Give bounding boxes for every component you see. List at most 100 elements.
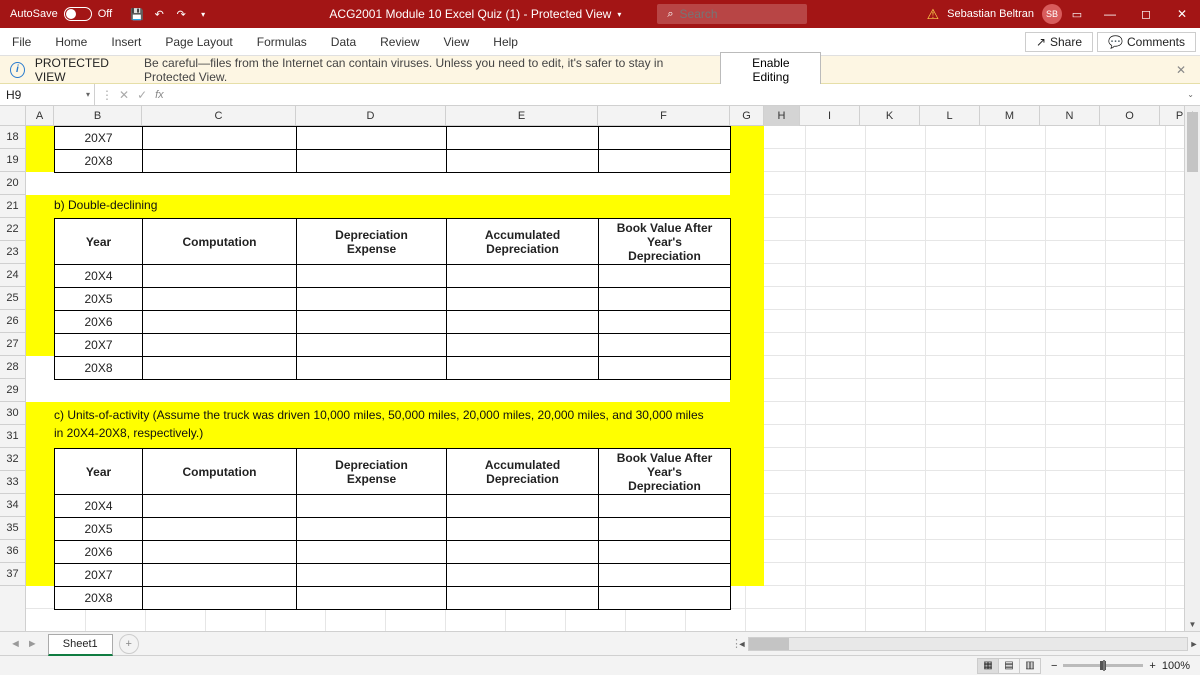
cell[interactable] xyxy=(143,518,297,541)
column-header[interactable]: M xyxy=(980,106,1040,126)
enter-icon[interactable]: ✓ xyxy=(137,88,147,102)
search-input[interactable] xyxy=(680,7,780,21)
scrollbar-thumb[interactable] xyxy=(1187,112,1198,172)
cell[interactable] xyxy=(297,288,447,311)
cell[interactable]: 20X8 xyxy=(55,357,143,380)
maximize-button[interactable]: ◻ xyxy=(1128,0,1164,28)
cell[interactable] xyxy=(447,495,599,518)
row-header[interactable]: 21 xyxy=(0,195,25,218)
cell[interactable] xyxy=(599,288,731,311)
avatar[interactable]: SB xyxy=(1042,4,1062,24)
scrollbar-thumb[interactable] xyxy=(749,638,789,650)
cell[interactable] xyxy=(599,495,731,518)
row-header[interactable]: 32 xyxy=(0,448,25,471)
cell[interactable]: 20X4 xyxy=(55,495,143,518)
fx-icon[interactable]: fx xyxy=(155,89,164,101)
cell[interactable] xyxy=(447,518,599,541)
next-sheet-icon[interactable]: ► xyxy=(27,638,38,650)
cell[interactable] xyxy=(599,127,731,150)
ribbon-display-icon[interactable]: ▭ xyxy=(1070,8,1084,21)
row-header[interactable]: 34 xyxy=(0,494,25,517)
cell[interactable] xyxy=(143,127,297,150)
tab-data[interactable]: Data xyxy=(319,28,368,55)
cell[interactable] xyxy=(143,564,297,587)
cell[interactable]: 20X7 xyxy=(55,334,143,357)
column-header[interactable]: C xyxy=(142,106,296,126)
share-button[interactable]: ↗Share xyxy=(1025,32,1093,52)
zoom-level[interactable]: 100% xyxy=(1162,660,1190,672)
row-header[interactable]: 26 xyxy=(0,310,25,333)
tab-file[interactable]: File xyxy=(0,28,43,55)
cell[interactable] xyxy=(143,587,297,610)
cell[interactable] xyxy=(447,288,599,311)
chevron-down-icon[interactable]: ▾ xyxy=(196,10,210,19)
row-headers[interactable]: 18 19 20 21 22 23 24 25 26 27 28 29 30 3… xyxy=(0,106,26,631)
column-headers[interactable]: ABCDEFGHIKLMNOP xyxy=(26,106,1200,126)
column-header[interactable]: I xyxy=(800,106,860,126)
cell[interactable]: 20X6 xyxy=(55,541,143,564)
tab-formulas[interactable]: Formulas xyxy=(245,28,319,55)
row-header[interactable]: 35 xyxy=(0,517,25,540)
scroll-left-icon[interactable]: ◄ xyxy=(735,638,749,650)
cell[interactable] xyxy=(447,587,599,610)
column-header[interactable]: D xyxy=(296,106,446,126)
cell[interactable] xyxy=(599,587,731,610)
cell[interactable] xyxy=(143,495,297,518)
cell[interactable] xyxy=(447,541,599,564)
row-header[interactable]: 19 xyxy=(0,149,25,172)
minimize-button[interactable]: — xyxy=(1092,0,1128,28)
tab-view[interactable]: View xyxy=(432,28,482,55)
cell[interactable] xyxy=(143,150,297,173)
row-header[interactable]: 24 xyxy=(0,264,25,287)
name-box[interactable]: H9 ▾ xyxy=(0,84,95,105)
cell[interactable] xyxy=(447,265,599,288)
cell[interactable] xyxy=(143,311,297,334)
vertical-scrollbar[interactable]: ▲ ▼ xyxy=(1184,106,1200,631)
cell[interactable] xyxy=(297,587,447,610)
search-box[interactable]: ⌕ xyxy=(657,4,807,24)
tab-home[interactable]: Home xyxy=(43,28,99,55)
redo-icon[interactable]: ↷ xyxy=(174,8,188,21)
cell[interactable] xyxy=(599,150,731,173)
column-header[interactable]: K xyxy=(860,106,920,126)
cell[interactable] xyxy=(599,311,731,334)
row-header[interactable]: 22 xyxy=(0,218,25,241)
horizontal-scrollbar[interactable]: ◄ ► xyxy=(748,637,1188,651)
row-header[interactable]: 30 xyxy=(0,402,25,425)
close-button[interactable]: ✕ xyxy=(1164,0,1200,28)
column-header[interactable]: B xyxy=(54,106,142,126)
page-layout-view-button[interactable]: ▤ xyxy=(998,658,1020,674)
cell[interactable]: 20X5 xyxy=(55,518,143,541)
scroll-down-icon[interactable]: ▼ xyxy=(1185,617,1200,631)
cell[interactable]: 20X5 xyxy=(55,288,143,311)
row-header[interactable]: 25 xyxy=(0,287,25,310)
column-header[interactable]: G xyxy=(730,106,764,126)
autosave-toggle[interactable]: AutoSave Off xyxy=(0,7,122,21)
cell[interactable] xyxy=(297,127,447,150)
close-icon[interactable]: ✕ xyxy=(1172,63,1190,77)
row-header[interactable]: 18 xyxy=(0,126,25,149)
cell[interactable] xyxy=(447,311,599,334)
toggle-icon[interactable] xyxy=(64,7,92,21)
cell[interactable] xyxy=(143,334,297,357)
cell[interactable] xyxy=(143,541,297,564)
cell[interactable] xyxy=(143,357,297,380)
enable-editing-button[interactable]: Enable Editing xyxy=(720,52,821,88)
scroll-right-icon[interactable]: ► xyxy=(1187,638,1200,650)
cell[interactable] xyxy=(297,541,447,564)
column-header[interactable]: F xyxy=(598,106,730,126)
warning-icon[interactable]: ⚠ xyxy=(927,6,940,23)
row-header[interactable]: 36 xyxy=(0,540,25,563)
column-header[interactable]: H xyxy=(764,106,800,126)
cell[interactable] xyxy=(297,357,447,380)
row-header[interactable]: 23 xyxy=(0,241,25,264)
zoom-in-button[interactable]: + xyxy=(1149,660,1155,672)
table-units-of-activity[interactable]: Year Computation DepreciationExpense Acc… xyxy=(54,448,731,610)
tab-page-layout[interactable]: Page Layout xyxy=(153,28,244,55)
table-row-group[interactable]: 20X7 20X8 xyxy=(54,126,731,173)
comments-button[interactable]: 💬Comments xyxy=(1097,32,1196,52)
zoom-slider[interactable] xyxy=(1063,664,1143,667)
cell[interactable]: 20X6 xyxy=(55,311,143,334)
cell[interactable] xyxy=(599,357,731,380)
cell[interactable] xyxy=(297,311,447,334)
